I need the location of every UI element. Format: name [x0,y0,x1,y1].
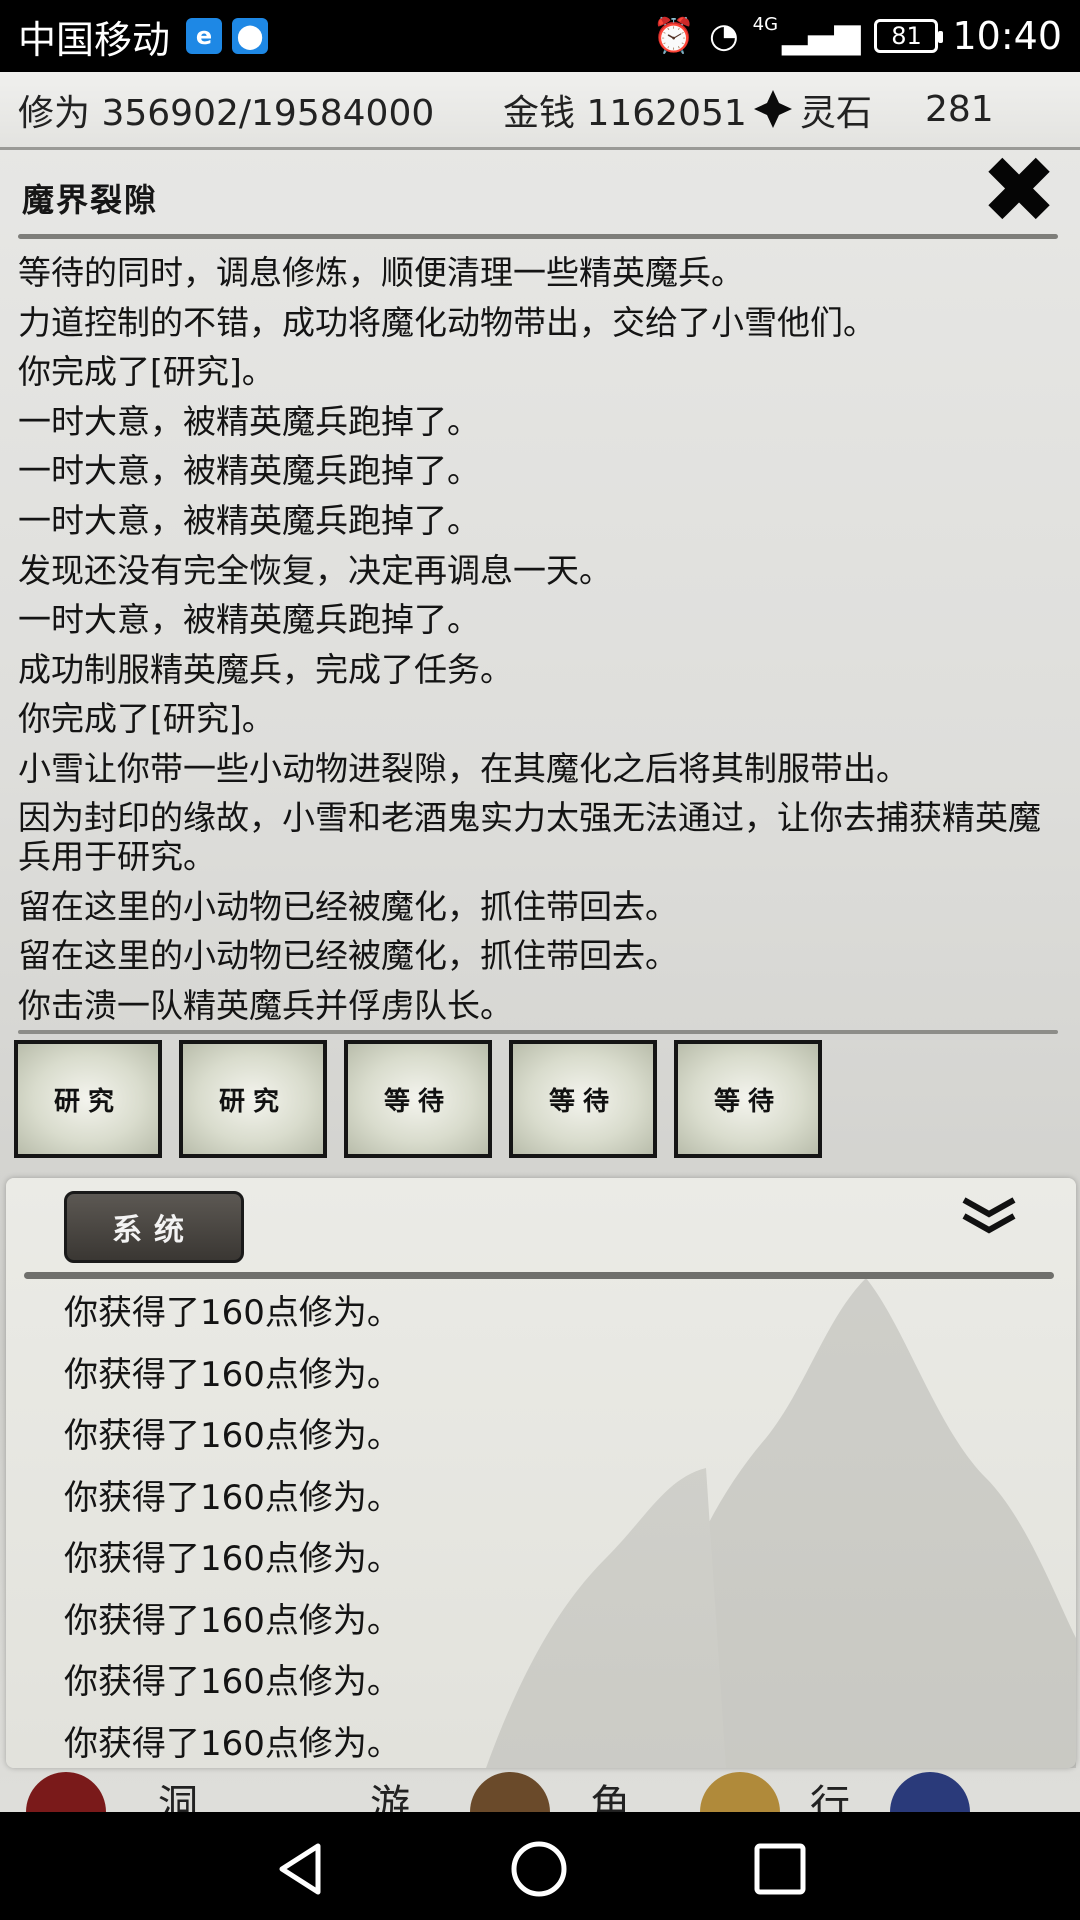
divider [18,234,1058,239]
action-wait-button[interactable]: 等待 [674,1040,822,1158]
action-buttons: 研究 研究 等待 等待 等待 [14,1040,822,1158]
system-message: 你获得了160点修为。 [64,1293,401,1333]
system-message: 你获得了160点修为。 [64,1416,401,1456]
panel-title: 魔界裂隙 [22,181,159,219]
signal-icon: ▂▄▆ [782,16,861,56]
extra-tab-emblem-icon[interactable] [890,1772,970,1812]
log-line: 你完成了[研究]。 [18,352,275,392]
resource-bar: 修为 356902/19584000 金钱 1162051 灵石 281 [0,72,1080,150]
spirit-stone-value: 281 [925,89,994,130]
alarm-icon: ⏰ [652,16,695,56]
tab-system[interactable]: 系统 [64,1191,244,1263]
character-tab-emblem-icon[interactable] [470,1772,550,1812]
tab-character[interactable]: 角 [590,1772,630,1812]
status-bar: 中国移动 e ⬤ ⏰ ◔ 4G ▂▄▆ 81 10:40 [0,0,1080,72]
system-message: 你获得了160点修为。 [64,1354,401,1395]
log-line: 一时大意，被精英魔兵跑掉了。 [18,500,480,540]
action-wait-button[interactable]: 等待 [344,1040,492,1158]
log-line: 留在这里的小动物已经被魔化，抓住带回去。 [18,936,678,976]
collapse-chevron-icon[interactable] [958,1190,1020,1242]
cultivation-stat: 修为 356902/19584000 [18,84,434,136]
log-line: 你击溃一队精英魔兵并俘虏队长。 [18,985,513,1025]
log-line: 一时大意，被精英魔兵跑掉了。 [18,401,480,441]
log-line: 成功制服精英魔兵，完成了任务。 [18,649,513,689]
carrier-name: 中国移动 [18,17,171,62]
system-message: 你获得了160点修为。 [64,1723,401,1764]
system-message: 你获得了160点修为。 [64,1662,401,1702]
action-wait-button[interactable]: 等待 [509,1040,657,1158]
tab-travel[interactable]: 游 [370,1772,410,1812]
cultivation-value: 356902/19584000 [101,92,435,134]
system-message-list: 你获得了160点修为。 你获得了160点修为。 你获得了160点修为。 你获得了… [64,1283,401,1775]
system-message: 你获得了160点修为。 [64,1539,401,1579]
log-line: 一时大意，被精英魔兵跑掉了。 [18,600,480,640]
log-line: 等待的同时，调息修炼，顺便清理一些精英魔兵。 [18,253,744,292]
bottom-tab-strip: 洞 游 角 行 [0,1772,1080,1812]
recent-apps-icon[interactable] [751,1840,809,1898]
cultivation-label: 修为 [18,92,91,134]
divider [18,1030,1058,1034]
battery-level: 81 [891,22,922,50]
wifi-icon: ◔ [708,16,739,56]
log-line: 发现还没有完全恢复，决定再调息一天。 [18,550,612,590]
battery-icon: 81 [874,19,944,53]
browser-notification-icon: e [186,18,223,54]
home-icon[interactable] [510,1840,568,1898]
log-line: 你完成了[研究]。 [18,699,275,739]
money-label: 金钱 [503,92,576,134]
event-log: 等待的同时，调息修炼，顺便清理一些精英魔兵。 力道控制的不错，成功将魔化动物带出… [18,248,1058,1030]
close-button[interactable]: ✖ [978,145,1060,237]
log-line: 因为封印的缘故，小雪和老酒鬼实力太强无法通过，让你去捕获精英魔兵用于研究。 [18,797,1041,876]
back-icon[interactable] [272,1840,330,1898]
log-line: 小雪让你带一些小动物进裂隙，在其魔化之后将其制服带出。 [18,748,909,788]
divider [24,1272,1054,1279]
location-notification-icon: ⬤ [232,18,269,54]
log-line: 留在这里的小动物已经被魔化，抓住带回去。 [18,886,678,926]
system-message: 你获得了160点修为。 [64,1600,401,1641]
tab-cave[interactable]: 洞 [158,1772,198,1812]
money-value: 1162051 [586,92,747,134]
action-research-button[interactable]: 研究 [179,1040,327,1158]
navigation-bar [0,1812,1080,1920]
spirit-stone-label: 灵石 [800,92,873,134]
log-line: 一时大意，被精英魔兵跑掉了。 [18,451,480,491]
action-research-button[interactable]: 研究 [14,1040,162,1158]
clock: 10:40 [952,14,1062,58]
system-message: 你获得了160点修为。 [64,1477,401,1518]
network-type-label: 4G [752,13,779,35]
cave-tab-emblem-icon[interactable] [26,1772,106,1812]
action-tab-emblem-icon[interactable] [700,1772,780,1812]
log-line: 力道控制的不错，成功将魔化动物带出，交给了小雪他们。 [18,302,876,342]
tab-action[interactable]: 行 [810,1772,850,1812]
spirit-stone-icon [754,90,792,128]
money-stat: 金钱 1162051 [503,84,747,136]
